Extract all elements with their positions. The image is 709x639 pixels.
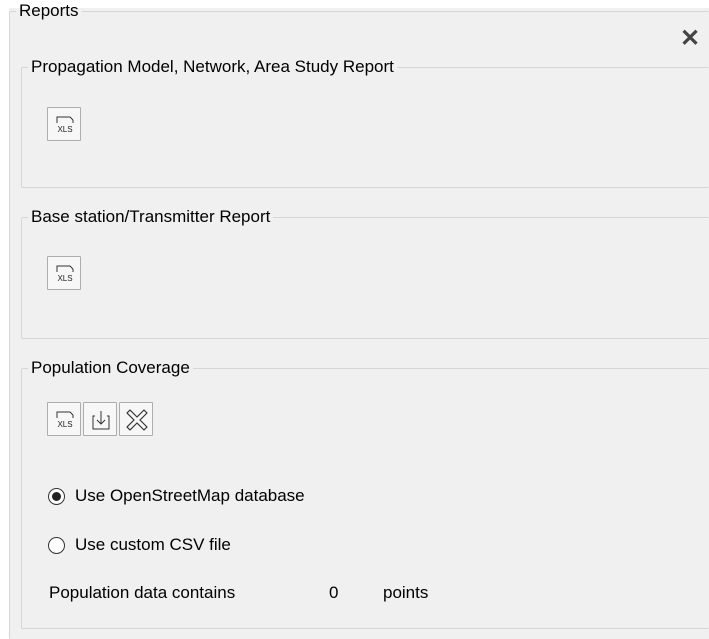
population-clear-button[interactable] — [119, 402, 153, 436]
base-station-xls-export-button[interactable]: XLS — [47, 256, 81, 290]
reports-title: Reports — [19, 1, 79, 20]
base-station-report-title: Base station/Transmitter Report — [31, 207, 271, 226]
custom-csv-label: Use custom CSV file — [75, 535, 231, 554]
xls-export-icon: XLS — [56, 265, 74, 283]
population-xls-export-button[interactable]: XLS — [47, 402, 81, 436]
download-icon — [92, 411, 110, 430]
population-import-button[interactable] — [83, 402, 117, 436]
propagation-report-group: Propagation Model, Network, Area Study R… — [21, 58, 709, 188]
propagation-xls-export-button[interactable]: XLS — [47, 107, 81, 141]
population-data-count: 0 — [329, 583, 339, 602]
xls-label: XLS — [57, 125, 72, 134]
population-data-unit: points — [383, 583, 429, 602]
xls-export-icon: XLS — [56, 411, 74, 429]
custom-csv-radio[interactable]: Use custom CSV file — [48, 535, 231, 555]
radio-indicator — [48, 536, 65, 554]
clear-icon — [126, 409, 148, 431]
osm-database-radio[interactable]: Use OpenStreetMap database — [48, 486, 305, 506]
xls-label: XLS — [57, 274, 72, 283]
radio-indicator — [48, 487, 65, 505]
base-station-report-group: Base station/Transmitter Report — [21, 208, 709, 339]
population-coverage-title: Population Coverage — [31, 358, 190, 377]
xls-label: XLS — [57, 420, 72, 429]
population-data-label: Population data contains — [49, 583, 236, 602]
osm-database-label: Use OpenStreetMap database — [75, 486, 305, 505]
propagation-report-title: Propagation Model, Network, Area Study R… — [31, 57, 394, 76]
close-icon[interactable]: ✕ — [680, 27, 700, 51]
xls-export-icon: XLS — [56, 116, 74, 134]
